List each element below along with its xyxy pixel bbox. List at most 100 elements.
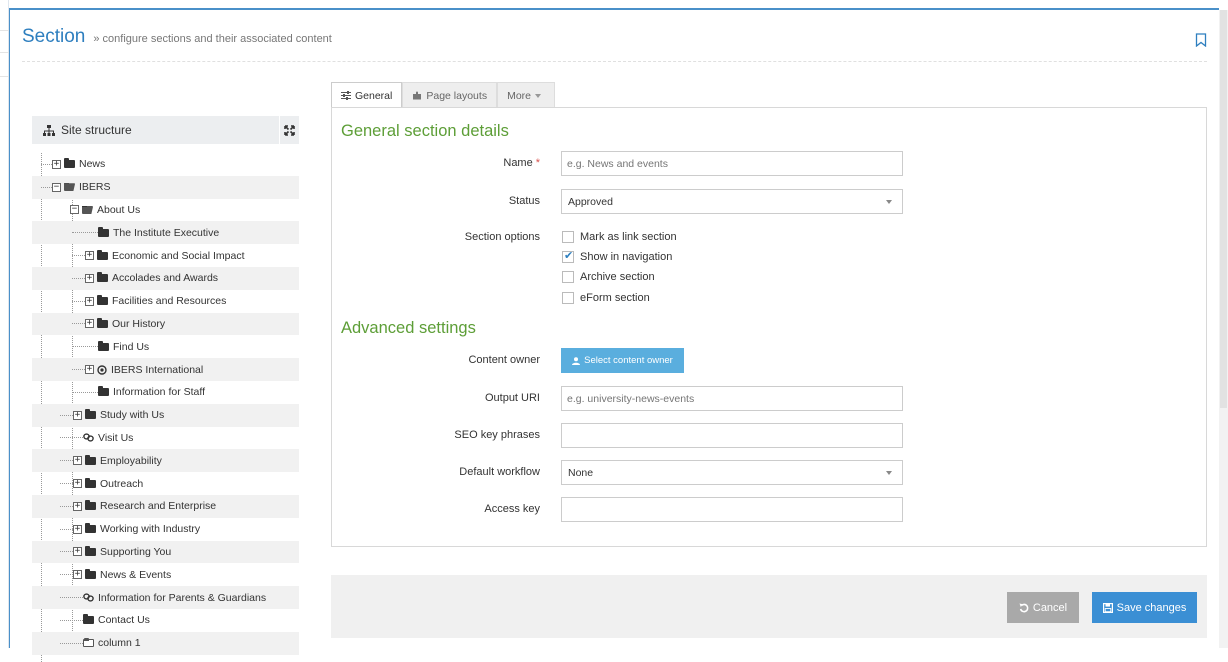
tree-item-find-us[interactable]: Find Us — [32, 335, 299, 358]
expand-icon[interactable]: + — [73, 479, 82, 489]
tab-general[interactable]: General — [331, 82, 403, 108]
tree-item-label: Outreach — [100, 477, 144, 490]
link-icon — [83, 593, 94, 602]
tree-item-label: Research and Enterprise — [100, 500, 217, 513]
expand-icon[interactable]: + — [73, 501, 82, 511]
seo-key-phrases-label: SEO key phrases — [454, 429, 540, 441]
tree-item-research-enterprise[interactable]: + Research and Enterprise — [32, 494, 299, 518]
folder-icon — [85, 568, 96, 579]
required-marker: * — [535, 157, 540, 169]
option-label: Archive section — [580, 271, 655, 283]
option-eform-section[interactable]: eForm section — [562, 292, 650, 304]
tree-item-label: The Institute Executive — [113, 226, 220, 239]
checkbox-checked[interactable] — [562, 249, 574, 263]
name-input[interactable] — [561, 151, 903, 176]
tree-item-contact-us[interactable]: Contact Us — [32, 609, 299, 632]
tree-item-visit-us[interactable]: Visit Us — [32, 427, 299, 450]
status-select[interactable]: Approved — [561, 189, 903, 214]
tree-item-working-industry[interactable]: + Working with Industry — [32, 518, 299, 541]
scrollbar-thumb[interactable] — [1220, 10, 1227, 408]
folder-icon — [98, 340, 109, 351]
cancel-button[interactable]: Cancel — [1007, 592, 1079, 623]
option-label: Mark as link section — [580, 231, 677, 243]
edge-divider — [0, 30, 9, 31]
tree-item-economic-social-impact[interactable]: + Economic and Social Impact — [32, 244, 299, 267]
status-value: Approved — [568, 195, 613, 208]
option-show-in-navigation[interactable]: Show in navigation — [562, 249, 672, 263]
tree-item-label: IBERS — [79, 181, 111, 194]
name-label-text: Name — [503, 157, 533, 169]
expand-icon[interactable]: + — [73, 570, 82, 580]
tree-item-label: Supporting You — [100, 545, 172, 558]
default-workflow-label: Default workflow — [459, 466, 540, 478]
folder-icon — [64, 158, 75, 169]
tree-item-institute-executive[interactable]: The Institute Executive — [32, 221, 299, 244]
tree-item-about-us[interactable]: − About Us — [32, 199, 299, 222]
checkbox[interactable] — [562, 271, 574, 283]
access-key-input[interactable] — [561, 497, 903, 522]
tree-item-news[interactable]: + News — [32, 153, 299, 176]
tree-item-label: Study with Us — [100, 409, 165, 422]
tree-item-our-history[interactable]: + Our History — [32, 312, 299, 336]
expand-icon[interactable]: + — [85, 251, 94, 261]
expand-icon[interactable]: + — [73, 456, 82, 466]
edge-divider — [0, 52, 9, 53]
tree-item-accolades-awards[interactable]: + Accolades and Awards — [32, 266, 299, 290]
page-header: Section » configure sections and their a… — [22, 26, 1207, 56]
access-key-label: Access key — [484, 503, 540, 515]
caret-down-icon — [535, 93, 542, 98]
page-scrollbar[interactable] — [1219, 10, 1228, 648]
puzzle-icon — [413, 91, 422, 100]
tree-item-supporting-you[interactable]: + Supporting You — [32, 540, 299, 564]
tree-item-label: Find Us — [113, 340, 150, 353]
expand-icon[interactable]: + — [85, 273, 94, 283]
checkbox[interactable] — [562, 292, 574, 304]
page-title: Section — [22, 26, 86, 47]
link-icon — [83, 433, 94, 443]
collapse-icon[interactable]: − — [70, 205, 79, 215]
sliders-icon — [341, 91, 351, 100]
tree-item-ibers-international[interactable]: + IBERS International — [32, 358, 299, 381]
tree-item-column-1[interactable]: column 1 — [32, 631, 299, 655]
bookmark-icon[interactable] — [1195, 33, 1207, 47]
tree-item-label: Accolades and Awards — [112, 272, 219, 285]
page-subtitle: » configure sections and their associate… — [93, 33, 332, 45]
tree-item-information-staff[interactable]: Information for Staff — [32, 381, 299, 404]
tree-item-study-with-us[interactable]: + Study with Us — [32, 403, 299, 427]
collapse-icon[interactable]: − — [52, 182, 61, 192]
default-workflow-select[interactable]: None — [561, 460, 903, 485]
expand-icon[interactable]: + — [85, 365, 94, 375]
advanced-section-title: Advanced settings — [341, 319, 476, 337]
tree-item-parents-guardians[interactable]: Information for Parents & Guardians — [32, 586, 299, 609]
select-content-owner-button[interactable]: Select content owner — [561, 348, 684, 373]
tree-item-news-events[interactable]: + News & Events — [32, 563, 299, 586]
content-owner-label: Content owner — [468, 354, 540, 366]
expand-icon[interactable]: + — [73, 524, 82, 534]
tree-item-ibers[interactable]: − IBERS — [32, 175, 299, 199]
undo-icon — [1019, 603, 1029, 612]
folder-icon — [85, 523, 96, 534]
expand-icon[interactable]: + — [73, 410, 82, 420]
expand-panel-button[interactable] — [279, 116, 299, 144]
tab-more[interactable]: More — [497, 82, 556, 108]
expand-icon[interactable]: + — [85, 296, 94, 306]
tree-item-facilities-resources[interactable]: + Facilities and Resources — [32, 290, 299, 313]
expand-icon[interactable]: + — [85, 319, 94, 329]
expand-arrows-icon — [284, 124, 295, 136]
status-label: Status — [508, 195, 540, 207]
tree-item-outreach[interactable]: + Outreach — [32, 472, 299, 495]
site-structure-title: Site structure — [61, 123, 132, 137]
checkbox[interactable] — [562, 231, 574, 243]
seo-key-phrases-input[interactable] — [561, 423, 903, 448]
expand-icon[interactable]: + — [52, 159, 61, 169]
tree-item-label: Facilities and Resources — [112, 295, 227, 308]
tab-page-layouts[interactable]: Page layouts — [402, 82, 498, 108]
save-changes-button[interactable]: Save changes — [1092, 592, 1197, 623]
general-section-title: General section details — [341, 122, 509, 140]
option-mark-as-link[interactable]: Mark as link section — [562, 231, 677, 243]
tree-item-label: Working with Industry — [100, 523, 201, 536]
expand-icon[interactable]: + — [73, 547, 82, 557]
option-archive-section[interactable]: Archive section — [562, 271, 655, 283]
tree-item-employability[interactable]: + Employability — [32, 449, 299, 472]
output-uri-input[interactable] — [561, 386, 903, 411]
